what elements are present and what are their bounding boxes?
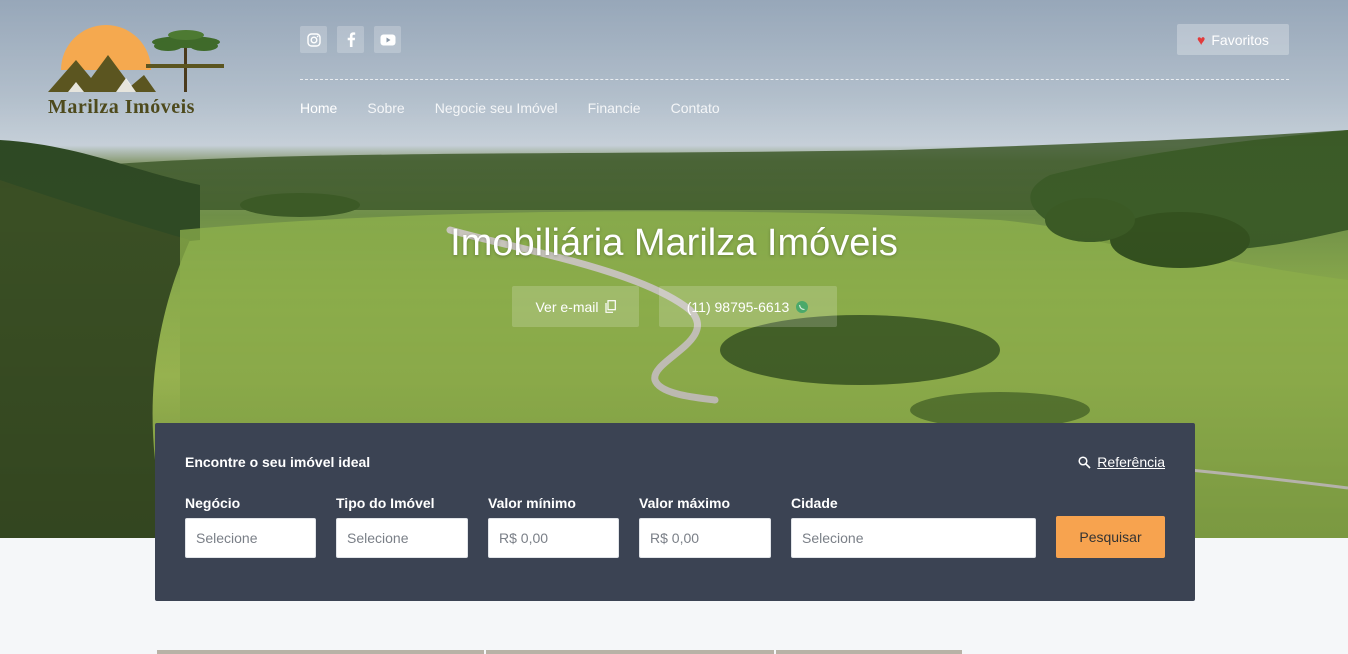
property-card-preview[interactable] — [776, 650, 962, 654]
heart-icon: ♥ — [1197, 31, 1206, 48]
nav-item-financie[interactable]: Financie — [588, 100, 641, 116]
logo-mark-icon — [48, 25, 224, 92]
hero-title: Imobiliária Marilza Imóveis — [450, 222, 898, 264]
cidade-select[interactable]: Selecione — [791, 518, 1036, 558]
header-divider — [300, 79, 1289, 80]
property-card-preview[interactable] — [157, 650, 484, 654]
whatsapp-icon — [796, 300, 809, 313]
search-button[interactable]: Pesquisar — [1056, 516, 1165, 558]
copy-icon — [604, 300, 616, 313]
facebook-icon[interactable] — [337, 26, 364, 53]
youtube-icon[interactable] — [374, 26, 401, 53]
reference-search-link[interactable]: Referência — [1078, 454, 1165, 470]
site-logo[interactable]: Marilza Imóveis — [46, 20, 226, 120]
search-icon — [1078, 455, 1091, 469]
property-search-panel: Encontre o seu imóvel ideal Referência N… — [155, 423, 1195, 601]
negocio-label: Negócio — [185, 495, 241, 511]
valor-minimo-label: Valor mínimo — [488, 495, 576, 511]
search-title: Encontre o seu imóvel ideal — [185, 454, 371, 470]
tipo-imovel-select[interactable]: Selecione — [336, 518, 468, 558]
nav-item-home[interactable]: Home — [300, 100, 337, 116]
view-email-button[interactable]: Ver e-mail — [512, 286, 639, 327]
valor-maximo-input[interactable]: R$ 0,00 — [639, 518, 771, 558]
nav-item-sobre[interactable]: Sobre — [367, 100, 404, 116]
reference-label: Referência — [1097, 454, 1165, 470]
instagram-icon[interactable] — [300, 26, 327, 53]
cidade-label: Cidade — [791, 495, 838, 511]
negocio-select[interactable]: Selecione — [185, 518, 316, 558]
view-email-label: Ver e-mail — [535, 298, 599, 315]
valor-minimo-input[interactable]: R$ 0,00 — [488, 518, 619, 558]
nav-item-contato[interactable]: Contato — [671, 100, 720, 116]
phone-number: (11) 98795-6613 — [686, 298, 790, 315]
tipo-imovel-label: Tipo do Imóvel — [336, 495, 435, 511]
valor-maximo-label: Valor máximo — [639, 495, 731, 511]
nav-item-negocie[interactable]: Negocie seu Imóvel — [435, 100, 558, 116]
main-nav: Home Sobre Negocie seu Imóvel Financie C… — [300, 100, 720, 116]
property-card-preview[interactable] — [486, 650, 774, 654]
logo-text: Marilza Imóveis — [48, 96, 195, 118]
social-links — [300, 26, 401, 53]
favorites-label: Favoritos — [1211, 31, 1269, 48]
phone-button[interactable]: (11) 98795-6613 — [659, 286, 837, 327]
favorites-button[interactable]: ♥ Favoritos — [1177, 24, 1289, 55]
